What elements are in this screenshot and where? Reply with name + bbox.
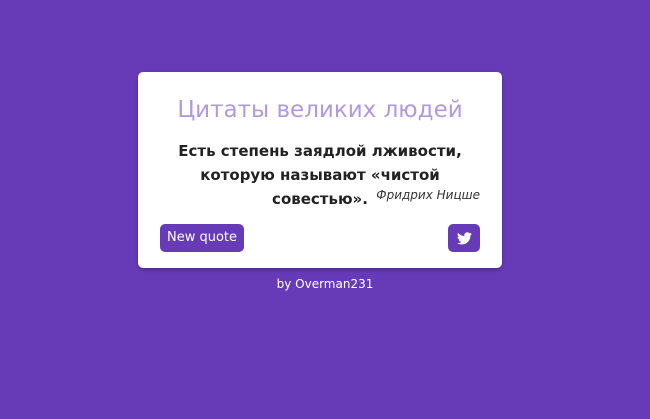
quote-author: Фридрих Ницше [376,188,480,202]
new-quote-button[interactable]: New quote [160,224,245,252]
twitter-icon [456,231,472,245]
quote-card: Цитаты великих людей Есть степень заядло… [138,72,502,268]
page-title: Цитаты великих людей [177,97,463,123]
footer-credit: by Overman231 [276,277,374,291]
tweet-button[interactable] [448,224,480,252]
